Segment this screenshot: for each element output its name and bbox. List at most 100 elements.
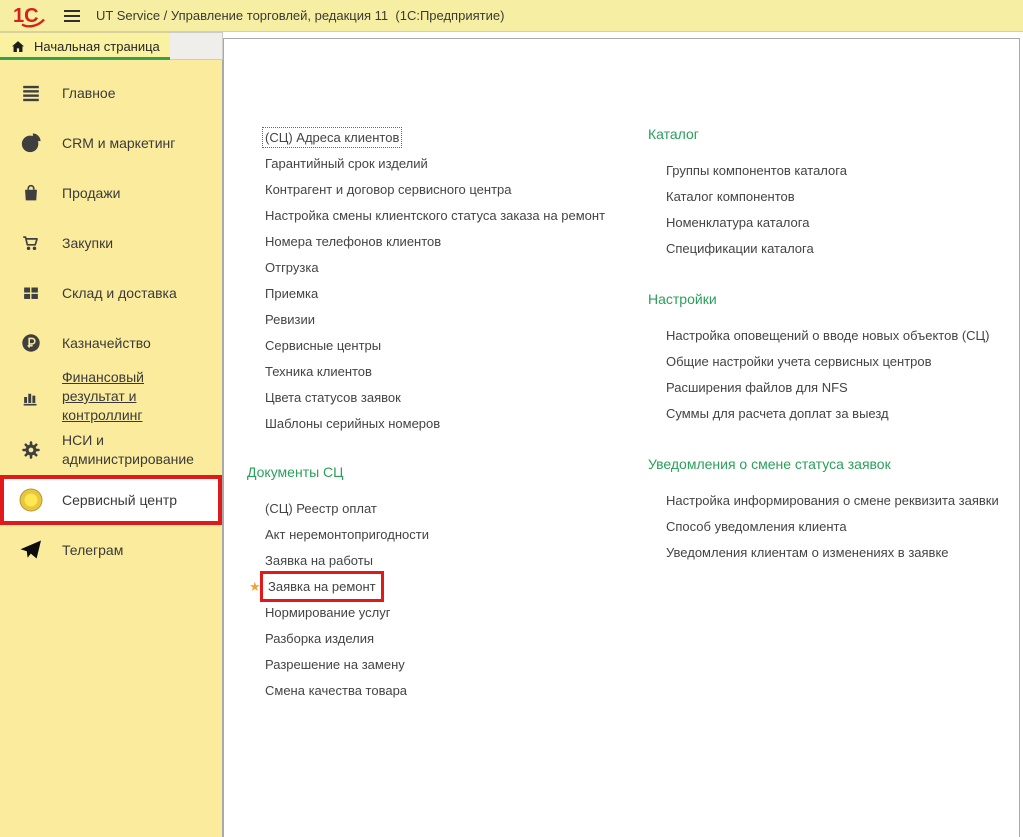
- command-link[interactable]: Номенклатура каталога: [666, 215, 809, 230]
- sidebar-item-label: CRM и маркетинг: [62, 134, 214, 153]
- section-header-documents: Документы СЦ: [247, 463, 648, 482]
- telegram-icon: [19, 538, 43, 562]
- tab-home-page[interactable]: Начальная страница: [0, 32, 170, 60]
- command-link-row: ★ Приемка: [265, 281, 648, 307]
- shopping-cart-icon: [20, 231, 42, 255]
- sidebar-item-label: НСИ и администрирование: [62, 431, 214, 469]
- sidebar-item-label: Сервисный центр: [62, 491, 214, 510]
- command-link-row: Суммы для расчета доплат за выезд: [666, 401, 1019, 427]
- command-link-row: ★ Гарантийный срок изделий: [265, 151, 648, 177]
- command-link-row: ★ Контрагент и договор сервисного центра: [265, 177, 648, 203]
- section-catalog: Каталог Группы компонентов каталога Ката…: [648, 125, 1019, 262]
- command-link[interactable]: Уведомления клиентам о изменениях в заяв…: [666, 545, 949, 560]
- command-link[interactable]: Расширения файлов для NFS: [666, 380, 848, 395]
- menu-icon: [20, 81, 42, 105]
- command-link-row: Общие настройки учета сервисных центров: [666, 349, 1019, 375]
- sidebar-item-label: Казначейство: [62, 334, 214, 353]
- content-panel: ★ (СЦ) Адреса клиентов ★ Гарантийный сро…: [223, 38, 1020, 837]
- 1c-logo-icon: 1С: [13, 4, 47, 28]
- titlebar: 1С UT Service / Управление торговлей, ре…: [0, 0, 1023, 32]
- command-link-row: ★ Заявка на ремонт: [265, 574, 648, 600]
- command-link[interactable]: Приемка: [265, 286, 318, 301]
- command-link[interactable]: Отгрузка: [265, 260, 319, 275]
- sidebar-item-zakupki[interactable]: Закупки: [0, 218, 222, 268]
- command-link[interactable]: Настройка смены клиентского статуса зака…: [265, 208, 605, 223]
- command-link[interactable]: Нормирование услуг: [265, 605, 390, 620]
- command-link[interactable]: Гарантийный срок изделий: [265, 156, 428, 171]
- command-link-row: ★ Шаблоны серийных номеров: [265, 411, 648, 437]
- favorite-star-icon: ★: [249, 574, 261, 600]
- sidebar-item-label: Телеграм: [62, 541, 214, 560]
- command-link[interactable]: Настройка оповещений о вводе новых объек…: [666, 328, 990, 343]
- section-settings: Настройки Настройка оповещений о вводе н…: [648, 290, 1019, 427]
- command-link-row: Настройка оповещений о вводе новых объек…: [666, 323, 1019, 349]
- sidebar-item-kaznacheystvo[interactable]: Казначейство: [0, 318, 222, 368]
- command-link[interactable]: Заявка на ремонт: [268, 579, 376, 594]
- command-link[interactable]: Номера телефонов клиентов: [265, 234, 441, 249]
- command-link-row: Группы компонентов каталога: [666, 158, 1019, 184]
- section-header-notifications: Уведомления о смене статуса заявок: [648, 455, 1019, 474]
- command-link-row: Каталог компонентов: [666, 184, 1019, 210]
- section-header-settings: Настройки: [648, 290, 1019, 309]
- svg-text:1С: 1С: [13, 5, 39, 27]
- command-link-row: Расширения файлов для NFS: [666, 375, 1019, 401]
- command-link-row: Номенклатура каталога: [666, 210, 1019, 236]
- command-link[interactable]: Акт неремонтопригодности: [265, 527, 429, 542]
- command-link[interactable]: Спецификации каталога: [666, 241, 814, 256]
- pie-chart-icon: [20, 131, 42, 155]
- sidebar-item-service-center[interactable]: Сервисный центр: [0, 475, 222, 525]
- command-link-row: ★ Смена качества товара: [265, 678, 648, 704]
- right-column: Каталог Группы компонентов каталога Ката…: [648, 125, 1019, 837]
- command-link-row: ★ (СЦ) Адреса клиентов: [265, 125, 648, 151]
- command-link[interactable]: Смена качества товара: [265, 683, 407, 698]
- command-link-row: ★ Ревизии: [265, 307, 648, 333]
- command-link[interactable]: Заявка на работы: [265, 553, 373, 568]
- command-link[interactable]: Сервисные центры: [265, 338, 381, 353]
- command-link-row: ★ Отгрузка: [265, 255, 648, 281]
- link-group-documents: ★ (СЦ) Реестр оплат ★ Акт неремонтоприго…: [247, 496, 648, 704]
- command-link[interactable]: Разборка изделия: [265, 631, 374, 646]
- sidebar-item-nsi-admin[interactable]: НСИ и администрирование: [0, 425, 222, 475]
- command-link-row: Спецификации каталога: [666, 236, 1019, 262]
- command-link[interactable]: Техника клиентов: [265, 364, 372, 379]
- sidebar-item-glavnoe[interactable]: Главное: [0, 68, 222, 118]
- shopping-bag-icon: [20, 181, 42, 205]
- command-link[interactable]: Способ уведомления клиента: [666, 519, 847, 534]
- main-menu-icon[interactable]: [64, 10, 80, 22]
- command-link-row: Уведомления клиентам о изменениях в заяв…: [666, 540, 1019, 566]
- command-link[interactable]: Разрешение на замену: [265, 657, 405, 672]
- section-header-catalog: Каталог: [648, 125, 1019, 144]
- command-link-row: ★ Заявка на работы: [265, 548, 648, 574]
- sidebar-item-label: Финансовый результат и контроллинг: [62, 368, 214, 425]
- command-link[interactable]: Ревизии: [265, 312, 315, 327]
- sidebar-item-fin-rezultat[interactable]: Финансовый результат и контроллинг: [0, 368, 222, 425]
- command-link-row: ★ Разрешение на замену: [265, 652, 648, 678]
- command-link[interactable]: (СЦ) Реестр оплат: [265, 501, 377, 516]
- command-link[interactable]: Каталог компонентов: [666, 189, 795, 204]
- command-link[interactable]: Общие настройки учета сервисных центров: [666, 354, 932, 369]
- command-link-row: ★ Сервисные центры: [265, 333, 648, 359]
- sidebar-item-sklad-dostavka[interactable]: Склад и доставка: [0, 268, 222, 318]
- command-link[interactable]: Настройка информирования о смене реквизи…: [666, 493, 999, 508]
- command-link[interactable]: (СЦ) Адреса клиентов: [265, 130, 399, 145]
- command-link[interactable]: Цвета статусов заявок: [265, 390, 401, 405]
- blocks-icon: [20, 281, 42, 305]
- sidebar-item-crm-marketing[interactable]: CRM и маркетинг: [0, 118, 222, 168]
- gear-icon: [20, 438, 42, 462]
- bar-chart-icon: [20, 385, 42, 409]
- service-center-icon: [18, 487, 44, 513]
- command-link-row: Настройка информирования о смене реквизи…: [666, 488, 1019, 514]
- command-link-row: ★ Номера телефонов клиентов: [265, 229, 648, 255]
- sidebar-item-telegram[interactable]: Телеграм: [0, 525, 222, 575]
- command-link[interactable]: Группы компонентов каталога: [666, 163, 847, 178]
- link-group-service-center: ★ (СЦ) Адреса клиентов ★ Гарантийный сро…: [247, 125, 648, 437]
- section-notifications: Уведомления о смене статуса заявок Настр…: [648, 455, 1019, 566]
- home-icon: [10, 39, 26, 55]
- command-link-row: ★ Техника клиентов: [265, 359, 648, 385]
- sidebar: Главное: [0, 60, 223, 837]
- command-link-row: ★ (СЦ) Реестр оплат: [265, 496, 648, 522]
- command-link[interactable]: Суммы для расчета доплат за выезд: [666, 406, 889, 421]
- command-link[interactable]: Контрагент и договор сервисного центра: [265, 182, 512, 197]
- command-link[interactable]: Шаблоны серийных номеров: [265, 416, 440, 431]
- sidebar-item-prodazhi[interactable]: Продажи: [0, 168, 222, 218]
